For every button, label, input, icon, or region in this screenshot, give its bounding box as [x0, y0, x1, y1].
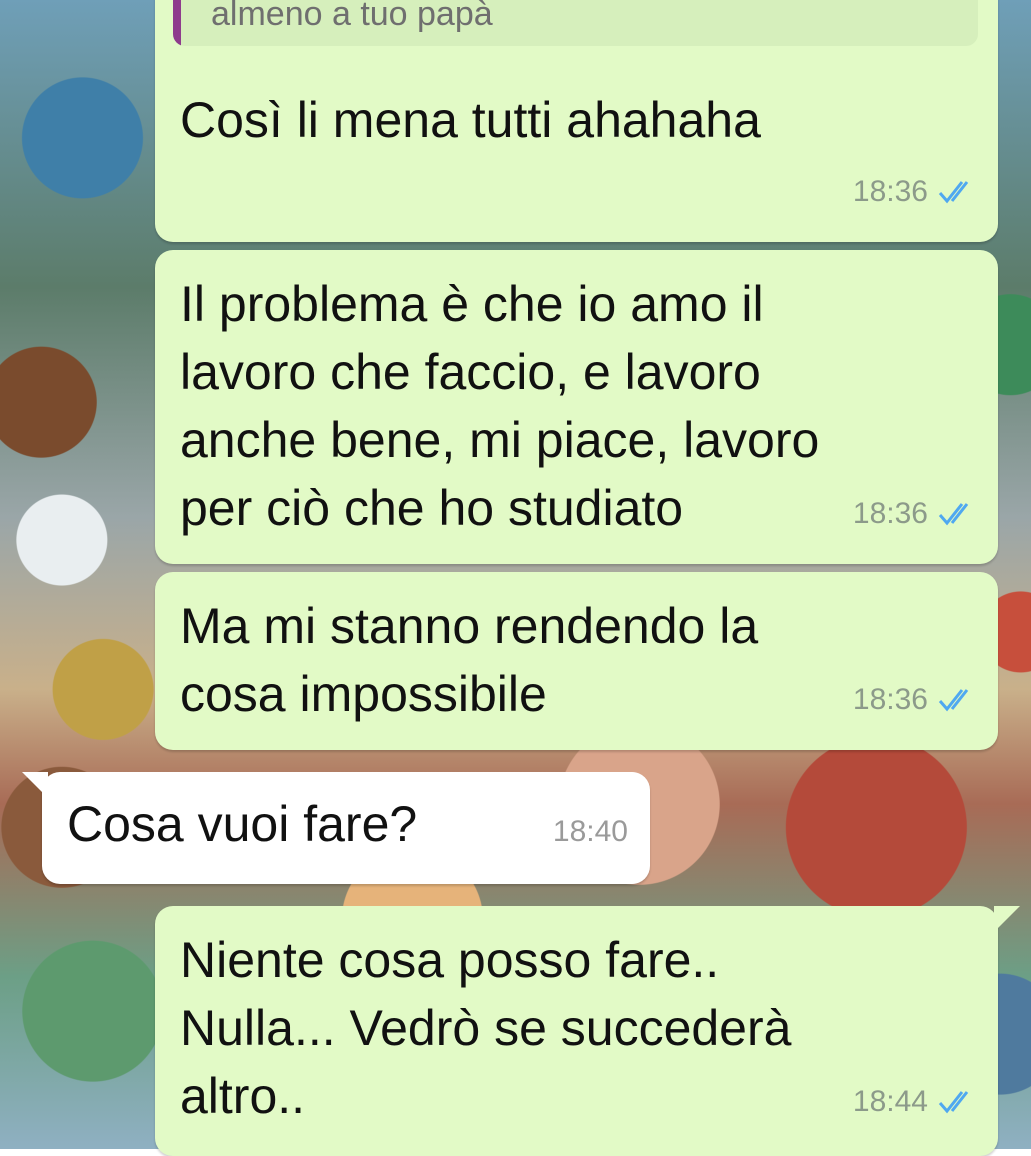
quote-bar — [173, 0, 181, 46]
outgoing-message[interactable]: Ma mi stanno rendendo la cosa impossibil… — [155, 572, 998, 750]
quoted-text: almeno a tuo papà — [211, 0, 493, 33]
message-time: 18:36 — [852, 175, 928, 208]
message-text: Niente cosa posso fare.. Nulla... Vedrò … — [180, 932, 792, 1124]
message-text: Cosa vuoi fare? — [67, 796, 418, 852]
message-time: 18:44 — [852, 1085, 928, 1118]
outgoing-message[interactable]: almeno a tuo papà Così li mena tutti aha… — [155, 0, 998, 242]
outgoing-message[interactable]: Niente cosa posso fare.. Nulla... Vedrò … — [155, 906, 1020, 1156]
message-text: Così li mena tutti ahahaha — [180, 92, 761, 148]
message-text: Il problema è che io amo il lavoro che f… — [180, 276, 820, 536]
message-text: Ma mi stanno rendendo la cosa impossibil… — [180, 598, 759, 722]
double-check-icon — [938, 181, 969, 204]
message-meta: 18:36 — [853, 666, 976, 734]
message-time: 18:40 — [552, 815, 628, 848]
double-check-icon — [938, 689, 969, 712]
message-time: 18:36 — [852, 497, 928, 530]
double-check-icon — [938, 1091, 969, 1114]
outgoing-message[interactable]: Il problema è che io amo il lavoro che f… — [155, 250, 998, 564]
message-time: 18:36 — [852, 683, 928, 716]
message-meta: 18:40 — [553, 798, 628, 866]
incoming-message[interactable]: Cosa vuoi fare? 18:40 — [22, 772, 650, 884]
message-meta: 18:36 — [853, 158, 976, 226]
message-meta: 18:36 — [853, 480, 976, 548]
message-meta: 18:44 — [853, 1068, 976, 1136]
double-check-icon — [938, 503, 969, 526]
quoted-message[interactable]: almeno a tuo papà — [173, 0, 978, 46]
